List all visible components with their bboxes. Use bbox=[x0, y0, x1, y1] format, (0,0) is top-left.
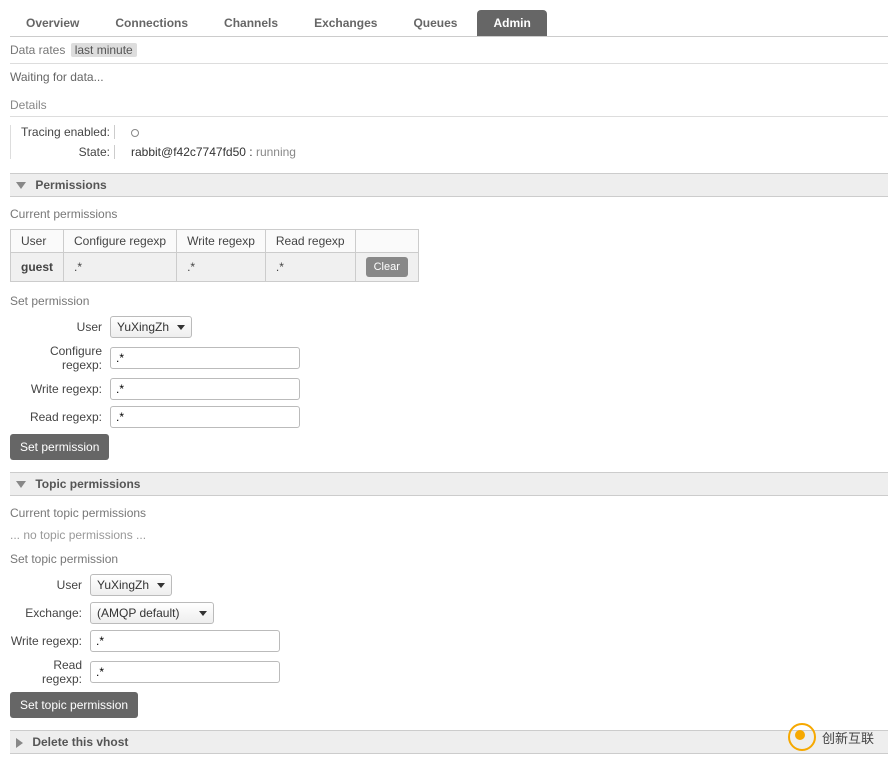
col-configure: Configure regexp bbox=[64, 230, 177, 253]
permissions-header[interactable]: Permissions bbox=[10, 173, 888, 197]
set-permission-button[interactable]: Set permission bbox=[10, 434, 109, 460]
set-topic-permission-button[interactable]: Set topic permission bbox=[10, 692, 138, 718]
topic-exchange-value: (AMQP default) bbox=[97, 606, 191, 620]
chevron-down-icon bbox=[199, 611, 207, 616]
current-topic-permissions-title: Current topic permissions bbox=[10, 506, 888, 520]
no-topic-permissions: ... no topic permissions ... bbox=[10, 528, 888, 542]
col-write: Write regexp bbox=[177, 230, 266, 253]
state-running: running bbox=[256, 145, 296, 159]
state-sep: : bbox=[246, 145, 256, 159]
chevron-down-icon bbox=[177, 325, 185, 330]
cell-user: guest bbox=[11, 253, 64, 282]
state-node: rabbit@f42c7747fd50 bbox=[131, 145, 246, 159]
col-read: Read regexp bbox=[265, 230, 355, 253]
cell-write: .* bbox=[177, 253, 266, 282]
topic-write-input[interactable] bbox=[90, 630, 280, 652]
perm-read-label: Read regexp: bbox=[10, 410, 110, 424]
topic-exchange-label: Exchange: bbox=[10, 606, 90, 620]
tracing-value bbox=[123, 125, 888, 139]
perm-user-value: YuXingZh bbox=[117, 320, 169, 334]
chevron-down-icon bbox=[16, 481, 26, 488]
topic-user-select[interactable]: YuXingZh bbox=[90, 574, 172, 596]
topic-read-label: Read regexp: bbox=[10, 658, 90, 686]
state-value: rabbit@f42c7747fd50 : running bbox=[123, 145, 888, 159]
delete-vhost-header-text: Delete this vhost bbox=[32, 735, 128, 749]
perm-user-select[interactable]: YuXingZh bbox=[110, 316, 192, 338]
cell-clear: Clear bbox=[355, 253, 418, 282]
topic-read-input[interactable] bbox=[90, 661, 280, 683]
col-user: User bbox=[11, 230, 64, 253]
data-rates-bar: Data rates last minute bbox=[10, 41, 888, 64]
data-rates-label: Data rates bbox=[10, 43, 65, 57]
details-title: Details bbox=[10, 98, 888, 117]
set-permission-form: User YuXingZh Configure regexp: Write re… bbox=[10, 316, 888, 460]
col-actions bbox=[355, 230, 418, 253]
tracing-status-icon bbox=[131, 129, 139, 137]
table-row: guest .* .* .* Clear bbox=[11, 253, 419, 282]
cell-read: .* bbox=[265, 253, 355, 282]
chevron-right-icon bbox=[16, 738, 23, 748]
topic-permissions-header[interactable]: Topic permissions bbox=[10, 472, 888, 496]
delete-vhost-header[interactable]: Delete this vhost bbox=[10, 730, 888, 754]
perm-configure-input[interactable] bbox=[110, 347, 300, 369]
details-grid: Tracing enabled: State: rabbit@f42c7747f… bbox=[10, 125, 888, 159]
perm-write-label: Write regexp: bbox=[10, 382, 110, 396]
state-label: State: bbox=[11, 145, 115, 159]
permissions-header-text: Permissions bbox=[35, 178, 106, 192]
set-permission-title: Set permission bbox=[10, 294, 888, 308]
set-topic-permission-title: Set topic permission bbox=[10, 552, 888, 566]
tab-channels[interactable]: Channels bbox=[208, 10, 294, 36]
set-topic-permission-form: User YuXingZh Exchange: (AMQP default) W… bbox=[10, 574, 888, 718]
perm-read-input[interactable] bbox=[110, 406, 300, 428]
topic-exchange-select[interactable]: (AMQP default) bbox=[90, 602, 214, 624]
current-permissions-title: Current permissions bbox=[10, 207, 888, 221]
topic-user-label: User bbox=[10, 578, 90, 592]
tab-exchanges[interactable]: Exchanges bbox=[298, 10, 393, 36]
tab-queues[interactable]: Queues bbox=[397, 10, 473, 36]
topic-permissions-header-text: Topic permissions bbox=[35, 477, 140, 491]
perm-user-label: User bbox=[10, 320, 110, 334]
waiting-text: Waiting for data... bbox=[10, 70, 888, 84]
data-rates-range[interactable]: last minute bbox=[71, 43, 137, 57]
topic-user-value: YuXingZh bbox=[97, 578, 149, 592]
perm-write-input[interactable] bbox=[110, 378, 300, 400]
topic-write-label: Write regexp: bbox=[10, 634, 90, 648]
chevron-down-icon bbox=[16, 182, 26, 189]
tracing-label: Tracing enabled: bbox=[11, 125, 115, 139]
clear-button[interactable]: Clear bbox=[366, 257, 408, 277]
perm-configure-label: Configure regexp: bbox=[10, 344, 110, 372]
permissions-table: User Configure regexp Write regexp Read … bbox=[10, 229, 419, 282]
tab-overview[interactable]: Overview bbox=[10, 10, 95, 36]
main-tabs: Overview Connections Channels Exchanges … bbox=[10, 10, 888, 37]
cell-configure: .* bbox=[64, 253, 177, 282]
tab-connections[interactable]: Connections bbox=[99, 10, 204, 36]
permissions-header-row: User Configure regexp Write regexp Read … bbox=[11, 230, 419, 253]
tab-admin[interactable]: Admin bbox=[477, 10, 546, 36]
chevron-down-icon bbox=[157, 583, 165, 588]
